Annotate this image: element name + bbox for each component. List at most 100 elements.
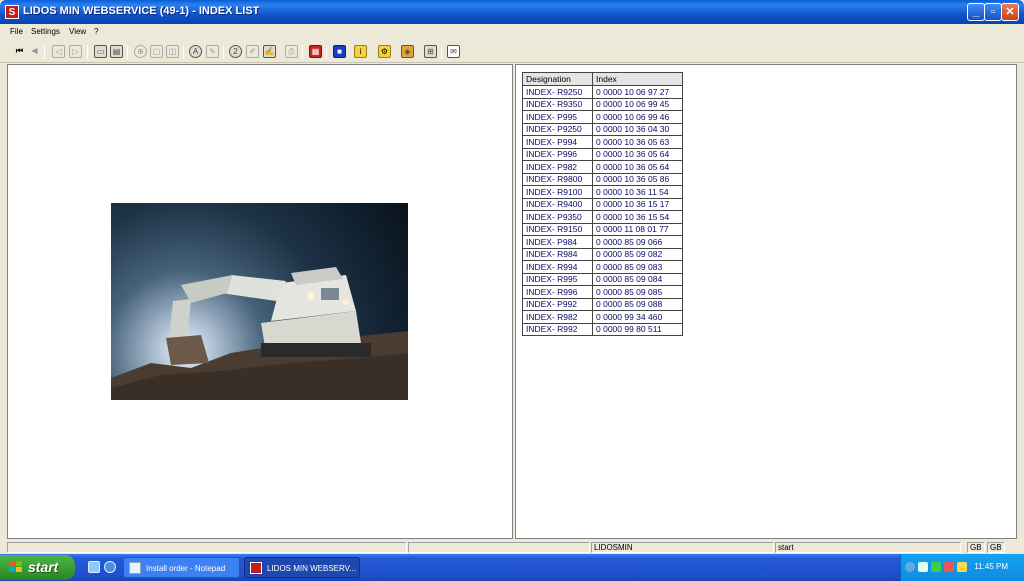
info-yellow-icon[interactable]: i <box>354 45 367 58</box>
cart-icon[interactable]: ▭ <box>94 45 107 58</box>
cell-index: 0 0000 10 36 05 86 <box>592 172 683 186</box>
menu-view[interactable]: View <box>69 27 86 36</box>
table-row[interactable]: INDEX- R984 0 0000 85 09 082 <box>522 247 683 261</box>
back-icon[interactable]: ◁ <box>52 45 65 58</box>
toolbar-separator <box>183 45 184 59</box>
cell-designation: INDEX- P984 <box>522 235 593 249</box>
cell-index: 0 0000 10 06 99 46 <box>592 110 683 124</box>
cell-designation: INDEX- P995 <box>522 110 593 124</box>
internet-explorer-icon[interactable] <box>104 561 116 573</box>
table-row[interactable]: INDEX- P994 0 0000 10 36 05 63 <box>522 135 683 149</box>
column-header-index: Index <box>592 72 683 86</box>
mail-icon[interactable]: ✉ <box>447 45 460 58</box>
cell-designation: INDEX- R982 <box>522 310 593 324</box>
cell-index: 0 0000 10 36 15 54 <box>592 210 683 224</box>
table-row[interactable]: INDEX- R9150 0 0000 11 08 01 77 <box>522 222 683 236</box>
menu-help[interactable]: ? <box>94 27 98 36</box>
cell-designation: INDEX- R984 <box>522 247 593 261</box>
status-lang-1: GB <box>967 542 985 553</box>
menu-settings[interactable]: Settings <box>31 27 60 36</box>
security-icon[interactable] <box>931 562 941 572</box>
excavator-illustration <box>111 267 408 400</box>
toolbar-separator <box>87 45 88 59</box>
tray-arrow-icon[interactable] <box>905 562 915 572</box>
status-panel-empty <box>408 542 590 553</box>
close-button[interactable]: ✕ <box>1001 3 1019 21</box>
app-icon: S <box>5 5 19 19</box>
excavator-photo <box>111 203 408 400</box>
toolbar-separator <box>302 45 303 59</box>
cell-designation: INDEX- R9150 <box>522 222 593 236</box>
tools-icon[interactable]: ✎ <box>206 45 219 58</box>
help-icon[interactable]: 2 <box>229 45 242 58</box>
table-row[interactable]: INDEX- P996 0 0000 10 36 05 64 <box>522 147 683 161</box>
grid-red-icon[interactable]: ▦ <box>309 45 322 58</box>
task-lidos-label: LIDOS MIN WEBSERV... <box>267 564 356 573</box>
table-row[interactable]: INDEX- R9350 0 0000 10 06 99 45 <box>522 97 683 111</box>
menu-file[interactable]: File <box>10 27 23 36</box>
cell-designation: INDEX- R995 <box>522 272 593 286</box>
image-pane <box>7 64 513 539</box>
cell-designation: INDEX- R9800 <box>522 172 593 186</box>
table-row[interactable]: INDEX- R9100 0 0000 10 36 11 54 <box>522 185 683 199</box>
table-row[interactable]: INDEX- R9800 0 0000 10 36 05 86 <box>522 172 683 186</box>
table-row[interactable]: INDEX- R994 0 0000 85 09 083 <box>522 260 683 274</box>
network-icon[interactable] <box>918 562 928 572</box>
zoom-icon[interactable]: ⊕ <box>134 45 147 58</box>
edit-icon[interactable]: ✐ <box>246 45 259 58</box>
cell-index: 0 0000 85 09 066 <box>592 235 683 249</box>
cell-index: 0 0000 85 09 084 <box>592 272 683 286</box>
hierarchy-icon[interactable]: ⊞ <box>424 45 437 58</box>
table-row[interactable]: INDEX- P982 0 0000 10 36 05 64 <box>522 160 683 174</box>
notepad-icon[interactable]: ✍ <box>263 45 276 58</box>
cell-designation: INDEX- P982 <box>522 160 593 174</box>
page-icon[interactable]: ▢ <box>150 45 163 58</box>
cell-designation: INDEX- R9100 <box>522 185 593 199</box>
table-row[interactable]: INDEX- P9350 0 0000 10 36 15 54 <box>522 210 683 224</box>
first-page-icon[interactable]: ⏮ <box>13 45 26 58</box>
windows-logo-icon <box>9 561 23 574</box>
badge-icon[interactable]: ◈ <box>401 45 414 58</box>
task-notepad[interactable]: Install order - Notepad <box>123 557 240 578</box>
table-row[interactable]: INDEX- P995 0 0000 10 06 99 46 <box>522 110 683 124</box>
status-bar: LIDOSMIN start GB GB <box>0 541 1024 553</box>
toolbar: ⏮ ◀ ◁ ▷ ▭ ▤ ⊕ ▢ ◫ A ✎ 2 ✐ ✍ ⎙ ▦ ■ i ⚙ ◈ … <box>0 41 1024 63</box>
table-row[interactable]: INDEX- R9250 0 0000 10 06 97 27 <box>522 85 683 99</box>
alert-icon[interactable] <box>944 562 954 572</box>
search-a-icon[interactable]: A <box>189 45 202 58</box>
table-row[interactable]: INDEX- P9250 0 0000 10 36 04 30 <box>522 122 683 136</box>
minimize-button[interactable]: _ <box>967 3 985 21</box>
table-row[interactable]: INDEX- P992 0 0000 85 09 088 <box>522 297 683 311</box>
table-row[interactable]: INDEX- R995 0 0000 85 09 084 <box>522 272 683 286</box>
print-icon[interactable]: ⎙ <box>285 45 298 58</box>
cell-index: 0 0000 10 06 97 27 <box>592 85 683 99</box>
table-row[interactable]: INDEX- R982 0 0000 99 34 460 <box>522 310 683 324</box>
notes-icon[interactable]: ▤ <box>110 45 123 58</box>
previous-icon[interactable]: ◀ <box>28 45 41 58</box>
table-row[interactable]: INDEX- P984 0 0000 85 09 066 <box>522 235 683 249</box>
cell-index: 0 0000 10 36 05 64 <box>592 147 683 161</box>
blue-square-icon[interactable]: ■ <box>333 45 346 58</box>
cell-designation: INDEX- R9400 <box>522 197 593 211</box>
cell-designation: INDEX- R996 <box>522 285 593 299</box>
page-copy-icon[interactable]: ◫ <box>166 45 179 58</box>
cell-index: 0 0000 10 36 11 54 <box>592 185 683 199</box>
cell-designation: INDEX- P9350 <box>522 210 593 224</box>
forward-icon[interactable]: ▷ <box>69 45 82 58</box>
shield-icon[interactable] <box>957 562 967 572</box>
cell-designation: INDEX- R9350 <box>522 97 593 111</box>
cell-index: 0 0000 11 08 01 77 <box>592 222 683 236</box>
maximize-button[interactable]: ▫ <box>984 3 1002 21</box>
cell-designation: INDEX- R992 <box>522 322 593 336</box>
settings-yellow-icon[interactable]: ⚙ <box>378 45 391 58</box>
table-row[interactable]: INDEX- R992 0 0000 99 80 511 <box>522 322 683 336</box>
start-button[interactable]: start <box>0 555 75 580</box>
task-lidos[interactable]: LIDOS MIN WEBSERV... <box>244 557 360 578</box>
table-row[interactable]: INDEX- R996 0 0000 85 09 085 <box>522 285 683 299</box>
toolbar-separator <box>326 45 327 59</box>
show-desktop-icon[interactable] <box>88 561 100 573</box>
cell-designation: INDEX- P994 <box>522 135 593 149</box>
cell-index: 0 0000 99 34 460 <box>592 310 683 324</box>
table-row[interactable]: INDEX- R9400 0 0000 10 36 15 17 <box>522 197 683 211</box>
cell-designation: INDEX- R994 <box>522 260 593 274</box>
